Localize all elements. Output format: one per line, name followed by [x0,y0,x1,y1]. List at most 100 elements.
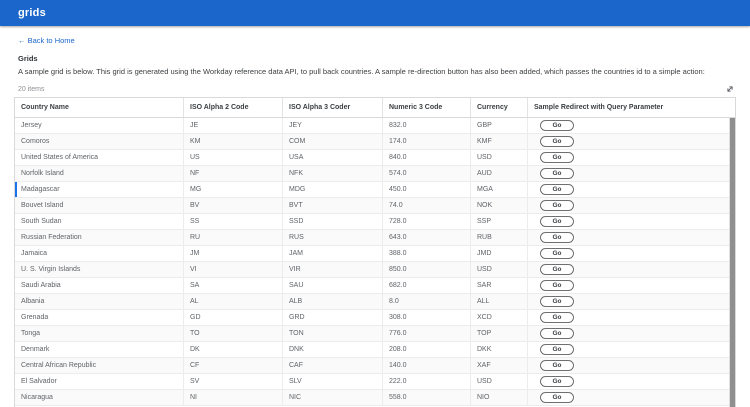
table-row[interactable]: El Salvador SV SLV 222.0 USD Go [15,374,735,390]
cell-country: Denmark [15,342,184,357]
grid-scrollbar[interactable] [729,118,735,407]
table-row[interactable]: United States of America US USA 840.0 USD Go [15,150,735,166]
cell-alpha2: DK [184,342,283,357]
table-row[interactable]: U. S. Virgin Islands VI VIR 850.0 USD Go [15,262,735,278]
cell-alpha2: NF [184,166,283,181]
table-row[interactable]: Bouvet Island BV BVT 74.0 NOK Go [15,198,735,214]
table-row[interactable]: Nicaragua NI NIC 558.0 NIO Go [15,390,735,406]
go-button[interactable]: Go [540,184,574,195]
go-button[interactable]: Go [540,360,574,371]
cell-numeric: 832.0 [383,118,471,133]
cell-country: Grenada [15,310,184,325]
cell-currency: ALL [471,294,528,309]
table-row[interactable]: Denmark DK DNK 208.0 DKK Go [15,342,735,358]
cell-alpha3: CAF [283,358,383,373]
table-row[interactable]: Norfolk Island NF NFK 574.0 AUD Go [15,166,735,182]
cell-currency: USD [471,262,528,277]
cell-country: El Salvador [15,374,184,389]
cell-alpha3: RUS [283,230,383,245]
go-button[interactable]: Go [540,136,574,147]
cell-numeric: 388.0 [383,246,471,261]
cell-redirect: Go [528,246,735,261]
cell-alpha3: DNK [283,342,383,357]
back-to-home-link[interactable]: ← Back to Home [18,36,75,45]
cell-numeric: 840.0 [383,150,471,165]
cell-redirect: Go [528,358,735,373]
table-row[interactable]: Russian Federation RU RUS 643.0 RUB Go [15,230,735,246]
cell-currency: MGA [471,182,528,197]
page-description: A sample grid is below. This grid is gen… [18,67,705,76]
cell-alpha3: JEY [283,118,383,133]
go-button[interactable]: Go [540,296,574,307]
column-header: Sample Redirect with Query Parameter [534,104,664,111]
table-row[interactable]: Central African Republic CF CAF 140.0 XAF Go [15,358,735,374]
grid-toolbar: 20 items [18,83,736,95]
go-button[interactable]: Go [540,152,574,163]
cell-numeric: 222.0 [383,374,471,389]
cell-numeric: 728.0 [383,214,471,229]
cell-alpha2: RU [184,230,283,245]
table-row[interactable]: Saudi Arabia SA SAU 682.0 SAR Go [15,278,735,294]
cell-alpha3: GRD [283,310,383,325]
go-button[interactable]: Go [540,216,574,227]
cell-alpha3: MDG [283,182,383,197]
cell-alpha3: COM [283,134,383,149]
go-button[interactable]: Go [540,392,574,403]
cell-numeric: 174.0 [383,134,471,149]
go-button[interactable]: Go [540,168,574,179]
cell-currency: XCD [471,310,528,325]
cell-numeric: 8.0 [383,294,471,309]
go-button[interactable]: Go [540,328,574,339]
countries-grid: Country Name ISO Alpha 2 Code ISO Alpha 3 … [14,97,736,407]
expand-grid-icon[interactable] [724,83,736,95]
cell-currency: USD [471,374,528,389]
cell-country: Russian Federation [15,230,184,245]
table-row[interactable]: Comoros KM COM 174.0 KMF Go [15,134,735,150]
app-bar-title: grids [18,7,46,19]
go-button[interactable]: Go [540,312,574,323]
cell-country: Madagascar [15,182,184,197]
cell-redirect: Go [528,390,735,405]
cell-currency: XAF [471,358,528,373]
cell-alpha2: JE [184,118,283,133]
cell-currency: DKK [471,342,528,357]
table-row[interactable]: South Sudan SS SSD 728.0 SSP Go [15,214,735,230]
go-button[interactable]: Go [540,264,574,275]
table-row[interactable]: Albania AL ALB 8.0 ALL Go [15,294,735,310]
cell-redirect: Go [528,294,735,309]
go-button[interactable]: Go [540,232,574,243]
cell-numeric: 643.0 [383,230,471,245]
cell-alpha2: SV [184,374,283,389]
cell-alpha2: SS [184,214,283,229]
cell-currency: TOP [471,326,528,341]
table-row[interactable]: Grenada GD GRD 308.0 XCD Go [15,310,735,326]
cell-numeric: 140.0 [383,358,471,373]
grid-header-row: Country Name ISO Alpha 2 Code ISO Alpha 3 … [15,98,735,118]
cell-numeric: 558.0 [383,390,471,405]
column-header: Country Name [15,98,184,117]
table-row[interactable]: Tonga TO TON 776.0 TOP Go [15,326,735,342]
table-row[interactable]: Jamaica JM JAM 388.0 JMD Go [15,246,735,262]
go-button[interactable]: Go [540,376,574,387]
go-button[interactable]: Go [540,120,574,131]
cell-alpha3: BVT [283,198,383,213]
cell-redirect: Go [528,230,735,245]
cell-alpha2: KM [184,134,283,149]
cell-redirect: Go [528,214,735,229]
grid-scrollbar-thumb[interactable] [730,118,735,407]
go-button[interactable]: Go [540,280,574,291]
cell-alpha3: USA [283,150,383,165]
table-row[interactable]: Jersey JE JEY 832.0 GBP Go [15,118,735,134]
cell-country: Comoros [15,134,184,149]
cell-redirect: Go [528,182,735,197]
go-button[interactable]: Go [540,344,574,355]
go-button[interactable]: Go [540,200,574,211]
table-row[interactable]: Madagascar MG MDG 450.0 MGA Go [15,182,735,198]
cell-country: Nicaragua [15,390,184,405]
cell-currency: RUB [471,230,528,245]
cell-currency: GBP [471,118,528,133]
go-button[interactable]: Go [540,248,574,259]
cell-country: Albania [15,294,184,309]
cell-alpha2: MG [184,182,283,197]
items-count: 20 items [18,85,45,93]
